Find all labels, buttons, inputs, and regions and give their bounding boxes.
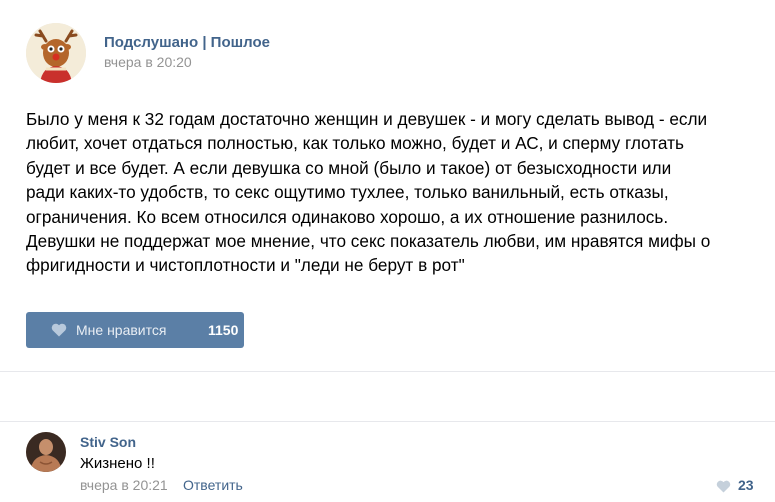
like-label: Мне нравится <box>76 322 167 338</box>
like-count: 1150 <box>208 322 239 338</box>
comment-text: Жизнено !! <box>80 455 155 472</box>
heart-icon <box>716 480 731 498</box>
comment-timestamp[interactable]: вчера в 20:21 <box>80 477 168 493</box>
post-text: Было у меня к 32 годам достаточно женщин… <box>26 107 756 278</box>
post-text-line: ради каких-то удобств, то секс ощутимо т… <box>26 182 669 203</box>
user-photo-avatar <box>26 432 66 472</box>
reply-button[interactable]: Ответить <box>183 477 243 493</box>
like-button[interactable]: Мне нравится 1150 <box>26 312 244 348</box>
post-divider <box>0 371 775 422</box>
community-name-link[interactable]: Подслушано | Пошлое <box>104 34 270 51</box>
post-text-line: Было у меня к 32 годам достаточно женщин… <box>26 109 708 129</box>
comment-like-count: 23 <box>738 477 754 493</box>
wall-post: Подслушано | Пошлое вчера в 20:20 Было у… <box>0 0 775 502</box>
post-text-line: будет и все будет. А если девушка со мно… <box>26 157 672 178</box>
commenter-avatar[interactable] <box>26 432 66 472</box>
community-avatar[interactable] <box>26 23 86 83</box>
post-timestamp[interactable]: вчера в 20:20 <box>104 54 192 70</box>
post-text-line: любит, хочет отдаться полностью, как тол… <box>26 133 684 154</box>
commenter-name-link[interactable]: Stiv Son <box>80 434 136 450</box>
heart-icon <box>51 323 67 342</box>
post-text-line: Девушки не поддержат мое мнение, что сек… <box>26 231 711 252</box>
reindeer-avatar-icon <box>26 23 86 83</box>
post-text-line: ограничения. Ко всем относился одинаково… <box>26 206 669 227</box>
post-text-line: фригидности и чистоплотности и "леди не … <box>26 255 465 276</box>
